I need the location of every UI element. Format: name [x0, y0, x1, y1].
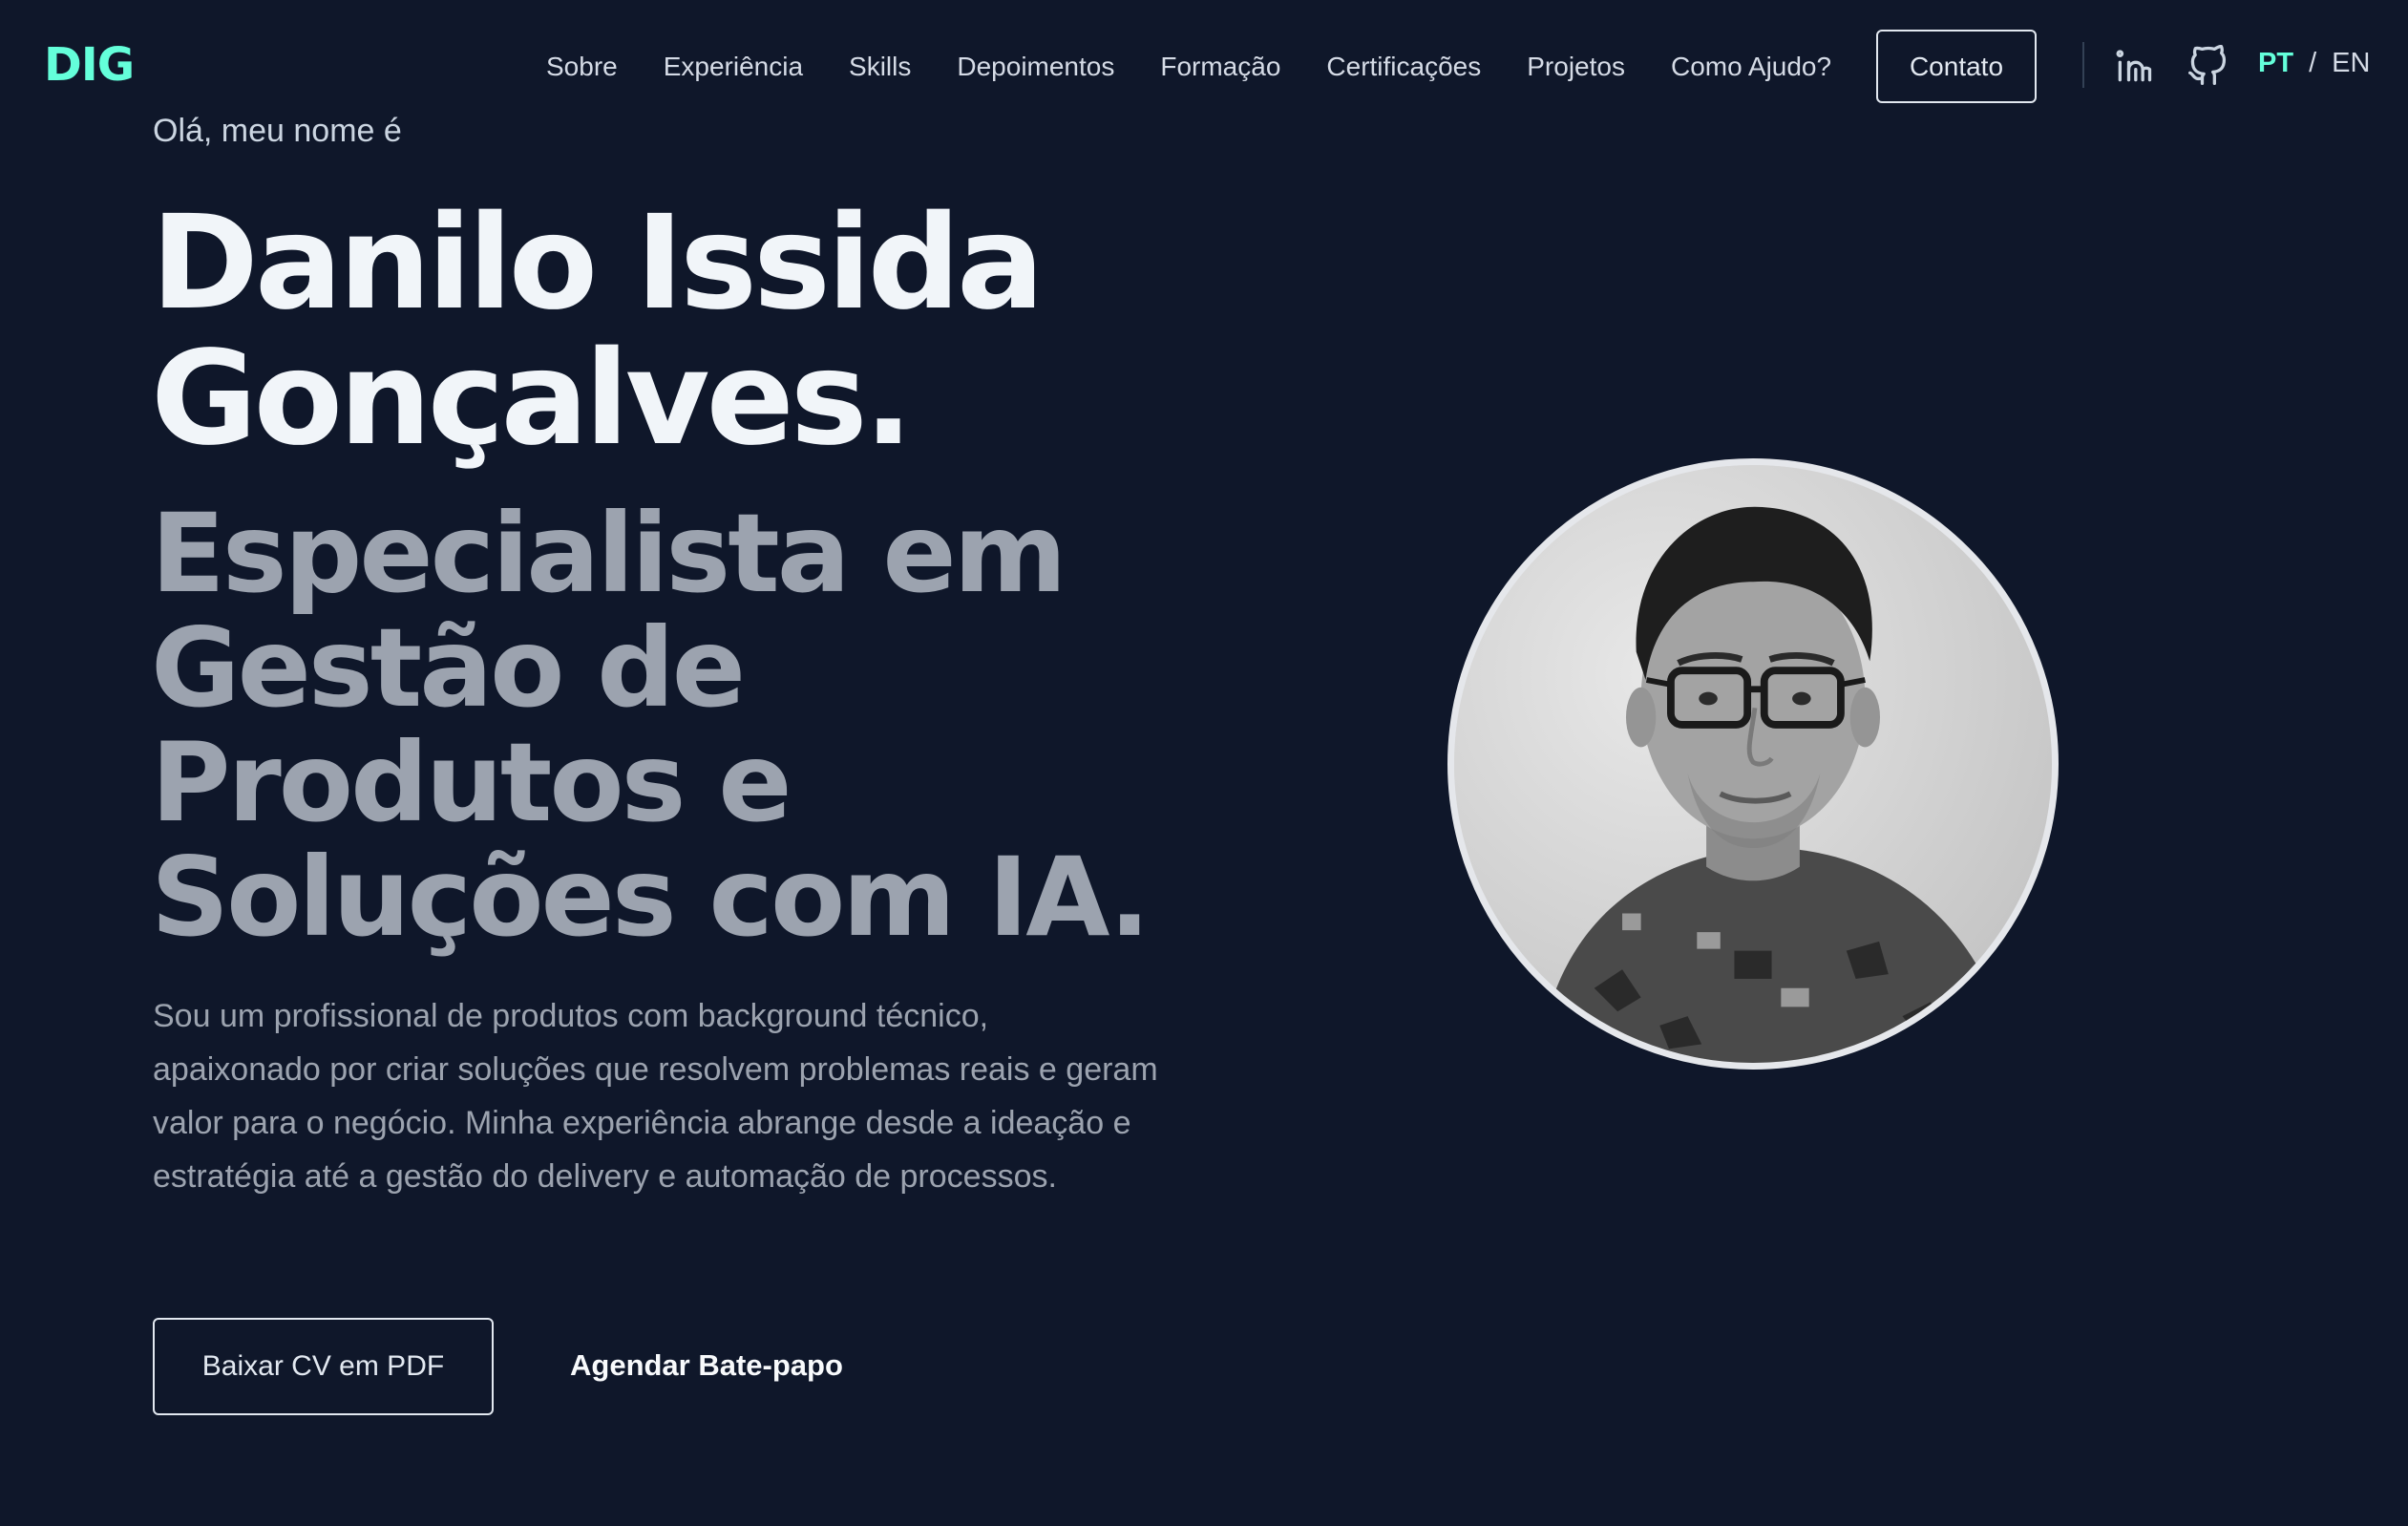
lang-separator: / [2309, 48, 2317, 78]
hero-name: Danilo Issida Gonçalves. [151, 196, 1201, 467]
hero-role-line1: Especialista em [151, 490, 1067, 617]
profile-photo [1454, 465, 2052, 1063]
nav-item-projetos[interactable]: Projetos [1527, 52, 1625, 82]
language-switcher: PT / EN [2258, 48, 2370, 79]
schedule-chat-link[interactable]: Agendar Bate-papo [570, 1348, 843, 1383]
github-link[interactable] [2186, 44, 2228, 88]
nav-item-sobre[interactable]: Sobre [546, 52, 618, 82]
hero-role-line4: Soluções com IA. [151, 834, 1151, 961]
header-divider [2082, 42, 2084, 88]
nav-item-como-ajudo[interactable]: Como Ajudo? [1671, 52, 1831, 82]
hero-role-line3: Produtos e [151, 719, 792, 846]
lang-pt[interactable]: PT [2258, 48, 2293, 79]
avatar [1447, 458, 2059, 1070]
linkedin-link[interactable] [2113, 44, 2155, 88]
hero-name-line1: Danilo Issida [151, 188, 1045, 339]
main-nav: Sobre Experiência Skills Depoimentos For… [546, 29, 1877, 105]
nav-item-certificacoes[interactable]: Certificações [1326, 52, 1481, 82]
hero-greeting: Olá, meu nome é [153, 113, 402, 149]
linkedin-icon [2116, 50, 2152, 82]
hero-role-line2: Gestão de [151, 604, 746, 731]
hero-name-line2: Gonçalves. [151, 324, 913, 475]
nav-item-depoimentos[interactable]: Depoimentos [957, 52, 1114, 82]
nav-item-skills[interactable]: Skills [849, 52, 911, 82]
page: DIG Sobre Experiência Skills Depoimentos… [0, 0, 2408, 1526]
nav-item-formacao[interactable]: Formação [1160, 52, 1280, 82]
github-icon [2188, 45, 2227, 85]
hero-role: Especialista em Gestão de Produtos e Sol… [151, 497, 1249, 955]
contact-button[interactable]: Contato [1876, 30, 2037, 103]
hero-bio: Sou um profissional de produtos com back… [153, 998, 1158, 1195]
nav-item-experiencia[interactable]: Experiência [664, 52, 803, 82]
lang-en[interactable]: EN [2332, 48, 2370, 79]
download-cv-button[interactable]: Baixar CV em PDF [153, 1318, 494, 1415]
logo[interactable]: DIG [44, 38, 135, 92]
